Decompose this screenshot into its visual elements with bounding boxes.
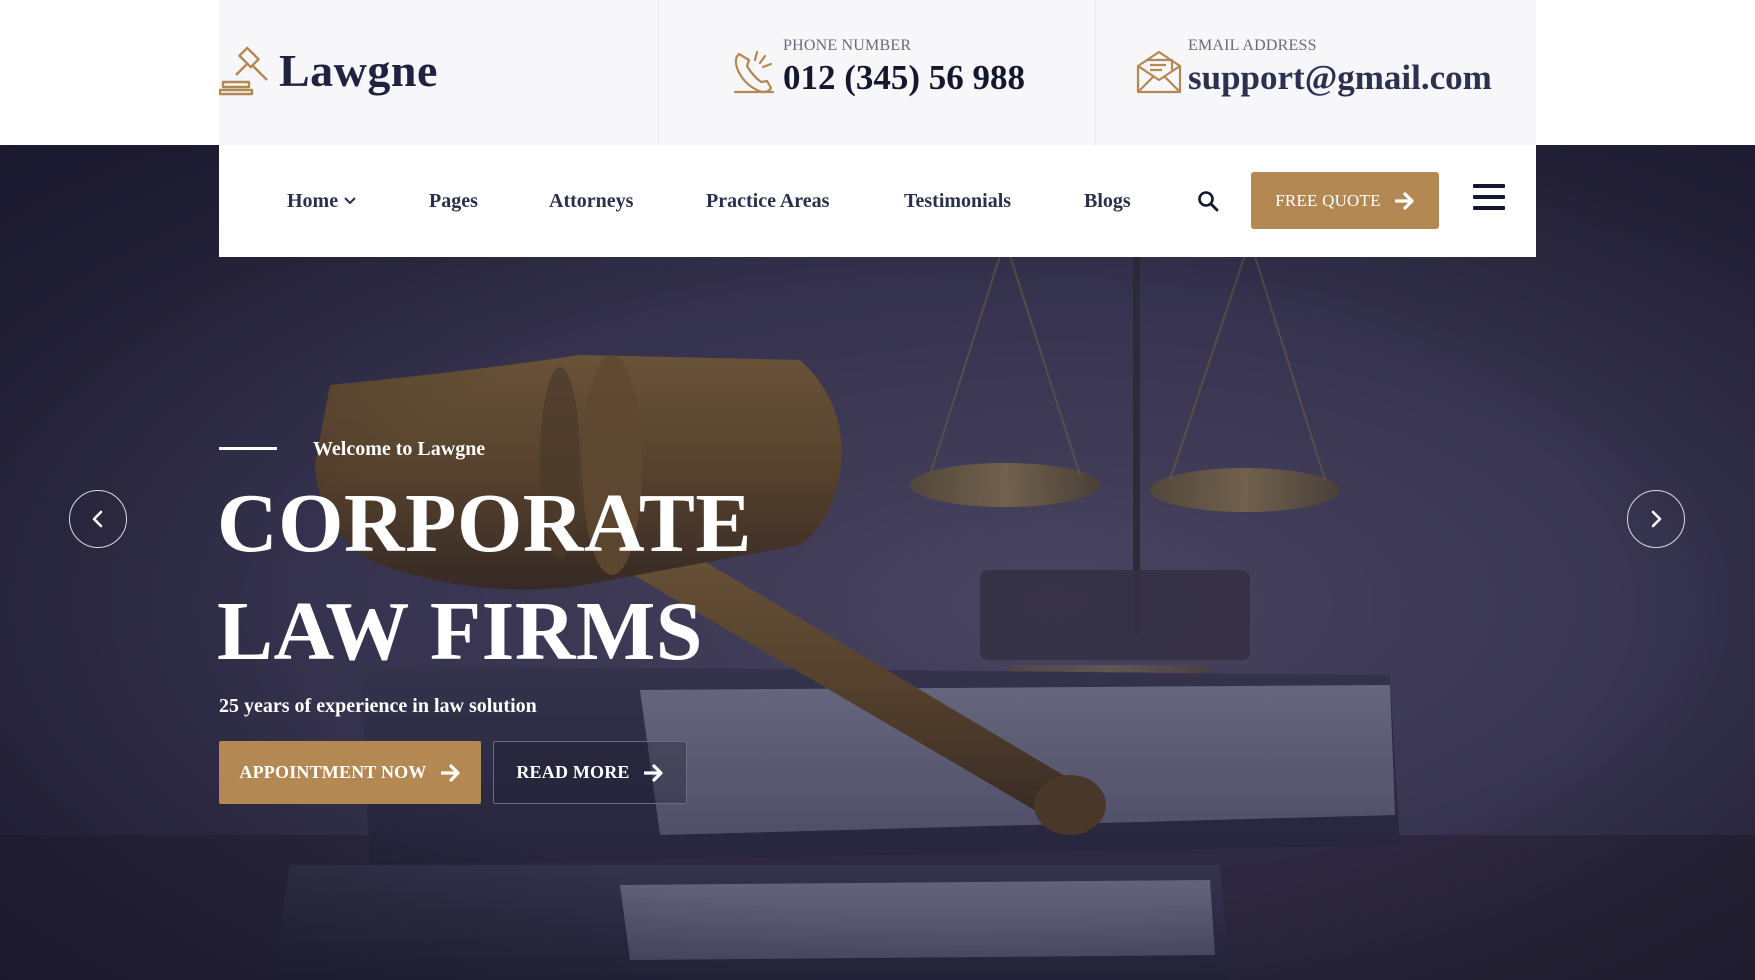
chevron-right-icon <box>1651 510 1662 528</box>
welcome-divider <box>219 447 277 450</box>
email-cell: EMAIL ADDRESS support@gmail.com <box>1096 0 1536 145</box>
phone-number[interactable]: 012 (345) 56 988 <box>783 56 1025 100</box>
phone-cell: PHONE NUMBER 012 (345) 56 988 <box>659 0 1096 145</box>
slider-next-button[interactable] <box>1627 490 1685 548</box>
hamburger-menu-icon[interactable] <box>1473 184 1505 212</box>
hero-title-line-2: LAW FIRMS <box>217 585 704 678</box>
brand-name: Lawgne <box>279 45 438 96</box>
appointment-now-button[interactable]: APPOINTMENT NOW <box>219 741 481 804</box>
email-contact[interactable]: EMAIL ADDRESS support@gmail.com <box>1136 36 1492 100</box>
arrow-right-icon <box>440 763 460 782</box>
email-address[interactable]: support@gmail.com <box>1188 56 1492 100</box>
read-more-label: READ MORE <box>516 762 630 782</box>
hero-title-line-1: CORPORATE <box>217 477 752 570</box>
nav-item-home[interactable]: Home <box>287 186 356 216</box>
email-label: EMAIL ADDRESS <box>1188 37 1317 54</box>
free-quote-label: FREE QUOTE <box>1275 190 1381 210</box>
site-logo[interactable]: Lawgne <box>219 44 438 97</box>
logo-cell: Lawgne <box>219 0 659 145</box>
gavel-logo-icon <box>219 46 268 95</box>
slider-prev-button[interactable] <box>69 490 127 548</box>
nav-label: Attorneys <box>549 190 634 212</box>
nav-item-blogs[interactable]: Blogs <box>1084 186 1131 216</box>
arrow-right-icon <box>643 763 663 782</box>
nav-label: Blogs <box>1084 190 1131 212</box>
nav-label: Testimonials <box>904 190 1012 212</box>
nav-item-testimonials[interactable]: Testimonials <box>904 186 1011 216</box>
hero-subtitle: 25 years of experience in law solution <box>219 695 537 717</box>
free-quote-button[interactable]: FREE QUOTE <box>1251 172 1439 229</box>
nav-label: Home <box>287 190 339 212</box>
hero-eyebrow: Welcome to Lawgne <box>313 438 486 460</box>
phone-contact[interactable]: PHONE NUMBER 012 (345) 56 988 <box>731 36 1025 100</box>
top-header-bar: Lawgne PHONE NUMBER 012 (345) 56 988 EMA… <box>219 0 1536 145</box>
hero-title: CORPORATE LAW FIRMS <box>217 470 752 686</box>
nav-item-pages[interactable]: Pages <box>429 186 478 216</box>
main-navigation: Home Pages Attorneys Practice Areas Test… <box>219 145 1536 257</box>
envelope-icon <box>1136 50 1182 94</box>
nav-label: Practice Areas <box>706 190 830 212</box>
read-more-button[interactable]: READ MORE <box>493 741 687 804</box>
arrow-right-icon <box>1394 191 1414 210</box>
phone-label: PHONE NUMBER <box>783 37 912 54</box>
chevron-down-icon <box>344 197 356 205</box>
chevron-left-icon <box>92 510 103 528</box>
search-icon[interactable] <box>1196 189 1220 213</box>
nav-item-attorneys[interactable]: Attorneys <box>549 186 633 216</box>
appointment-now-label: APPOINTMENT NOW <box>239 762 427 782</box>
nav-label: Pages <box>429 190 478 212</box>
phone-icon <box>733 50 775 94</box>
nav-item-practice-areas[interactable]: Practice Areas <box>706 186 829 216</box>
